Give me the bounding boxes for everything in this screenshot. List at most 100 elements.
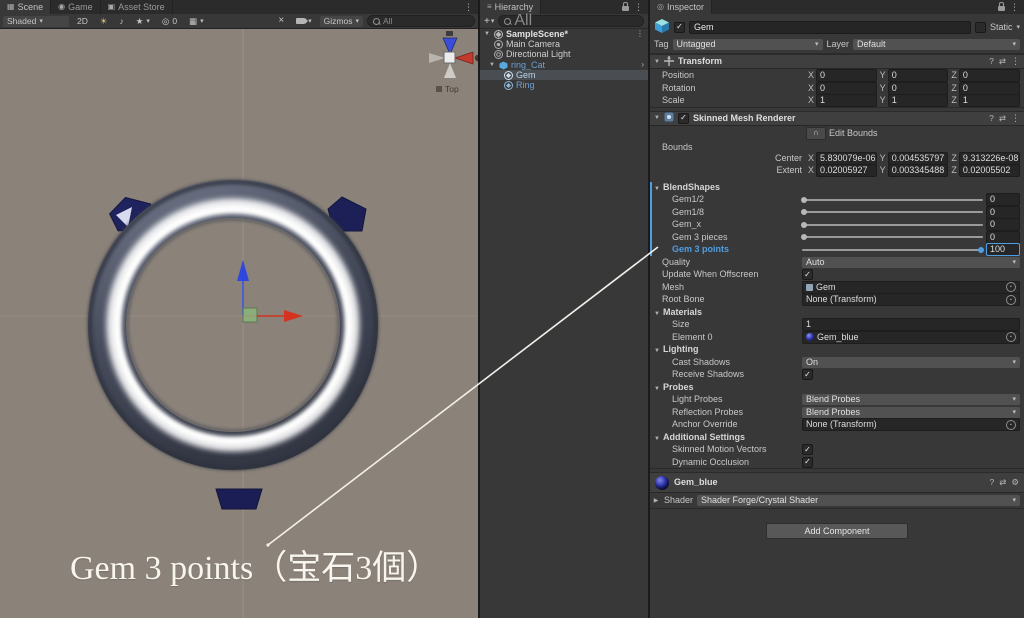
object-picker-icon[interactable]	[1006, 420, 1016, 430]
center-y-field[interactable]: 0.004535797	[888, 152, 949, 165]
rotation-x-field[interactable]: 0	[816, 82, 877, 95]
toggle-2d-button[interactable]: 2D	[73, 16, 92, 27]
chevron-down-icon[interactable]: ▼	[654, 115, 660, 121]
materials-title-row[interactable]: ▼Materials	[650, 306, 1024, 319]
position-y-field[interactable]: 0	[888, 69, 949, 82]
blendshape-slider[interactable]	[802, 199, 983, 201]
blendshape-slider[interactable]	[802, 224, 983, 226]
scene-grid-dropdown[interactable]: ▦ ▾	[185, 16, 208, 27]
hierarchy-item-scene[interactable]: ▼ SampleScene* ⋮	[480, 29, 648, 39]
gameobject-cube-icon[interactable]	[654, 18, 670, 36]
hierarchy-item-ring-cat[interactable]: ▼ ring_Cat ›	[480, 60, 648, 70]
component-enabled-checkbox[interactable]	[678, 113, 689, 124]
chevron-down-icon[interactable]: ▼	[488, 62, 496, 68]
blendshape-value-field[interactable]: 0	[986, 218, 1020, 231]
preset-icon[interactable]: ⇄	[999, 57, 1006, 66]
scale-y-field[interactable]: 1	[888, 94, 949, 107]
gizmos-dropdown[interactable]: Gizmos ▾	[320, 16, 363, 27]
kebab-icon[interactable]: ⋮	[1011, 114, 1020, 123]
probes-title-row[interactable]: ▼Probes	[650, 381, 1024, 394]
chevron-down-icon[interactable]: ▼	[654, 436, 660, 442]
help-icon[interactable]: ?	[989, 57, 994, 66]
scene-camera-dropdown[interactable]: ▾	[292, 16, 316, 27]
lock-icon[interactable]	[622, 6, 629, 11]
tab-scene[interactable]: ▦ Scene	[0, 0, 51, 14]
blendshape-value-field[interactable]: 0	[986, 206, 1020, 219]
additional-settings-title-row[interactable]: ▼Additional Settings	[650, 431, 1024, 444]
object-picker-icon[interactable]	[1006, 282, 1016, 292]
hierarchy-kebab-icon[interactable]: ⋮	[634, 3, 643, 12]
element0-object-field[interactable]: Gem_blue	[802, 331, 1020, 344]
receive-shadows-checkbox[interactable]	[802, 369, 813, 380]
chevron-down-icon[interactable]: ▼	[654, 311, 660, 317]
center-x-field[interactable]: 5.830079e-06	[816, 152, 877, 165]
blendshapes-title-row[interactable]: ▼BlendShapes	[650, 181, 1024, 194]
add-component-button[interactable]: Add Component	[766, 523, 908, 539]
skinned-motion-vectors-checkbox[interactable]	[802, 444, 813, 455]
chevron-down-icon[interactable]: ▼	[483, 31, 491, 37]
tool-settings-button[interactable]: ×	[274, 16, 288, 27]
chevron-down-icon[interactable]: ▼	[654, 59, 660, 65]
blendshape-value-field[interactable]: 0	[986, 193, 1020, 206]
mesh-object-field[interactable]: Gem	[802, 281, 1020, 294]
dynamic-occlusion-checkbox[interactable]	[802, 457, 813, 468]
rotation-y-field[interactable]: 0	[888, 82, 949, 95]
transform-header[interactable]: ▼ Transform ? ⇄ ⋮	[650, 54, 1024, 69]
scene-viewport[interactable]: Top Gem 3 points（宝石3個）	[0, 29, 478, 618]
root-bone-object-field[interactable]: None (Transform)	[802, 293, 1020, 306]
edit-bounds-button[interactable]: ∩	[806, 127, 826, 140]
rotation-z-field[interactable]: 0	[959, 82, 1020, 95]
shader-dropdown[interactable]: Shader Forge/Crystal Shader ▾	[697, 495, 1020, 506]
layer-dropdown[interactable]: Default ▾	[853, 39, 1020, 50]
scale-z-field[interactable]: 1	[959, 94, 1020, 107]
hierarchy-item-directional-light[interactable]: Directional Light	[480, 50, 648, 60]
chevron-right-icon[interactable]: ▶	[652, 498, 660, 504]
scene-lighting-button[interactable]: ☀	[96, 16, 112, 27]
materials-size-field[interactable]: 1	[802, 318, 1020, 331]
extent-y-field[interactable]: 0.003345488	[888, 164, 949, 177]
shading-dropdown[interactable]: Shaded ▾	[3, 16, 69, 27]
scene-kebab-icon[interactable]: ⋮	[636, 30, 648, 38]
preset-icon[interactable]: ⇄	[999, 478, 1006, 487]
preset-icon[interactable]: ⇄	[999, 114, 1006, 123]
name-field[interactable]: Gem	[689, 21, 971, 34]
tab-inspector[interactable]: ◎ Inspector	[650, 0, 712, 14]
reflection-probes-dropdown[interactable]: Blend Probes ▾	[802, 407, 1020, 418]
static-dropdown-icon[interactable]: ▾	[1016, 24, 1020, 31]
chevron-down-icon[interactable]: ▼	[654, 348, 660, 354]
scale-x-field[interactable]: 1	[816, 94, 877, 107]
quality-dropdown[interactable]: Auto ▾	[802, 257, 1020, 268]
light-probes-dropdown[interactable]: Blend Probes ▾	[802, 394, 1020, 405]
tag-dropdown[interactable]: Untagged ▾	[673, 39, 823, 50]
hierarchy-search-input[interactable]: All	[498, 15, 644, 27]
scene-visibility-button[interactable]: ◎ 0	[158, 16, 181, 27]
chevron-down-icon[interactable]: ▼	[654, 386, 660, 392]
blendshape-value-field[interactable]: 100	[986, 243, 1020, 256]
static-checkbox[interactable]	[975, 22, 986, 33]
material-header[interactable]: Gem_blue ? ⇄ ⚙	[650, 472, 1024, 493]
blendshape-slider[interactable]	[802, 236, 983, 238]
prefab-open-arrow-icon[interactable]: ›	[641, 61, 648, 69]
hierarchy-item-main-camera[interactable]: Main Camera	[480, 39, 648, 49]
blendshape-slider[interactable]	[802, 249, 983, 251]
hierarchy-item-ring[interactable]: Ring	[480, 80, 648, 90]
blendshape-slider[interactable]	[802, 211, 983, 213]
tab-game[interactable]: ◉ Game	[51, 0, 101, 14]
lock-icon[interactable]	[998, 6, 1005, 11]
help-icon[interactable]: ?	[989, 114, 994, 123]
position-x-field[interactable]: 0	[816, 69, 877, 82]
center-z-field[interactable]: 9.313226e-08	[959, 152, 1020, 165]
extent-x-field[interactable]: 0.02005927	[816, 164, 877, 177]
view-orientation-label[interactable]: Top	[436, 84, 459, 94]
lighting-title-row[interactable]: ▼Lighting	[650, 343, 1024, 356]
hierarchy-item-gem[interactable]: Gem	[480, 70, 648, 80]
scene-effects-dropdown[interactable]: ★ ▾	[132, 16, 154, 27]
kebab-icon[interactable]: ⋮	[1011, 57, 1020, 66]
gear-icon[interactable]: ⚙	[1011, 478, 1019, 487]
position-z-field[interactable]: 0	[959, 69, 1020, 82]
object-picker-icon[interactable]	[1006, 332, 1016, 342]
object-picker-icon[interactable]	[1006, 295, 1016, 305]
tab-asset-store[interactable]: ▣ Asset Store	[101, 0, 173, 14]
scene-search-input[interactable]: All	[367, 15, 475, 27]
cast-shadows-dropdown[interactable]: On ▾	[802, 357, 1020, 368]
